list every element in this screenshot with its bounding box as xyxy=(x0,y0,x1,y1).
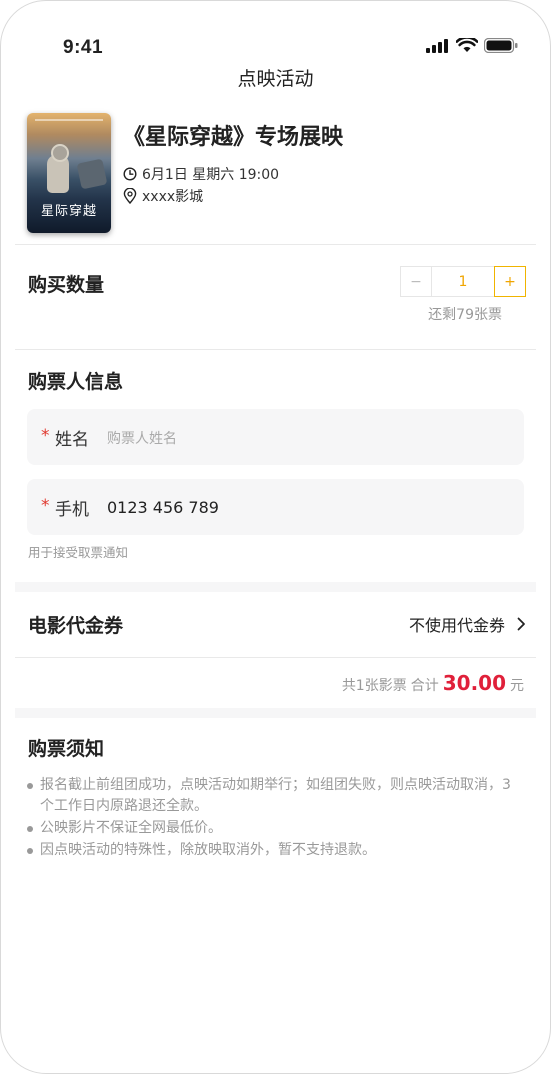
decrement-button[interactable]: − xyxy=(400,266,432,297)
poster-spacecraft xyxy=(76,158,108,190)
phone-input[interactable] xyxy=(107,492,407,522)
voucher-selector[interactable]: 不使用代金券 xyxy=(409,612,526,636)
poster-title: 星际穿越 xyxy=(40,204,97,219)
notice-item: 因点映活动的特殊性，除放映取消外，暂不支持退款。 xyxy=(27,840,517,861)
quantity-label: 购买数量 xyxy=(28,274,105,296)
status-time: 9:41 xyxy=(63,37,104,58)
divider xyxy=(15,657,536,658)
voucher-value: 不使用代金券 xyxy=(408,616,505,635)
poster-astronaut xyxy=(47,144,69,193)
notice-text: 报名截止前组团成功，点映活动如期举行；如组团失败，则点映活动取消，3个工作日内原… xyxy=(40,777,511,814)
remaining-tickets: 还剩79张票 xyxy=(428,307,502,323)
bullet-icon xyxy=(27,826,33,832)
event-datetime: 6月1日 星期六 19:00 xyxy=(142,167,280,183)
quantity-value[interactable]: 1 xyxy=(432,266,494,297)
divider xyxy=(15,349,536,350)
bullet-icon xyxy=(27,848,33,854)
notice-text: 因点映活动的特殊性，除放映取消外，暂不支持退款。 xyxy=(40,842,376,858)
status-bar: 9:41 xyxy=(1,1,550,63)
order-summary: 共1张影票 合计 30.00 元 xyxy=(342,671,524,695)
currency-unit: 元 xyxy=(510,678,524,694)
total-label: 合计 xyxy=(410,678,439,694)
clock-icon xyxy=(123,167,137,181)
event-card[interactable]: 星际穿越 《星际穿越》专场展映 6月1日 星期六 19:00 xxxx影城 xyxy=(27,113,524,235)
battery-icon xyxy=(484,38,518,53)
voucher-label: 电影代金券 xyxy=(28,615,124,637)
event-venue-row: xxxx影城 xyxy=(123,186,203,206)
poster-credit-line xyxy=(35,119,103,121)
event-venue: xxxx影城 xyxy=(142,189,204,205)
required-mark: * xyxy=(41,426,50,446)
wifi-icon xyxy=(456,38,478,52)
bullet-icon xyxy=(27,783,33,789)
phone-frame: 9:41 点映活动 星际穿越 《星际穿越》专场展映 6月1日 星期六 19:00… xyxy=(0,0,551,1074)
buyer-section-title: 购票人信息 xyxy=(28,371,124,393)
phone-label: 手机 xyxy=(55,500,89,520)
notice-text: 公映影片不保证全网最低价。 xyxy=(40,820,222,836)
chevron-right-icon xyxy=(517,617,525,631)
name-label: 姓名 xyxy=(55,430,89,450)
movie-poster: 星际穿越 xyxy=(27,113,111,233)
required-mark: * xyxy=(41,496,50,516)
divider xyxy=(15,244,536,245)
section-gap xyxy=(15,582,536,592)
total-amount: 30.00 xyxy=(442,671,506,695)
notice-item: 报名截止前组团成功，点映活动如期举行；如组团失败，则点映活动取消，3个工作日内原… xyxy=(27,775,517,817)
page-title: 点映活动 xyxy=(237,68,314,90)
notice-title: 购票须知 xyxy=(28,738,105,760)
name-input[interactable] xyxy=(107,422,407,452)
status-icons xyxy=(426,38,518,53)
ticket-count: 共1张影票 xyxy=(341,678,407,694)
event-title: 《星际穿越》专场展映 xyxy=(123,125,344,150)
phone-field[interactable]: * 手机 xyxy=(27,479,524,535)
signal-icon xyxy=(426,38,448,53)
name-field[interactable]: * 姓名 xyxy=(27,409,524,465)
notice-item: 公映影片不保证全网最低价。 xyxy=(27,818,517,839)
event-datetime-row: 6月1日 星期六 19:00 xyxy=(123,164,279,184)
phone-hint: 用于接受取票通知 xyxy=(28,545,129,560)
quantity-stepper: − 1 + xyxy=(400,266,526,297)
location-pin-icon xyxy=(123,188,137,204)
notice-list: 报名截止前组团成功，点映活动如期举行；如组团失败，则点映活动取消，3个工作日内原… xyxy=(27,775,517,862)
section-gap xyxy=(15,708,536,718)
increment-button[interactable]: + xyxy=(494,266,526,297)
